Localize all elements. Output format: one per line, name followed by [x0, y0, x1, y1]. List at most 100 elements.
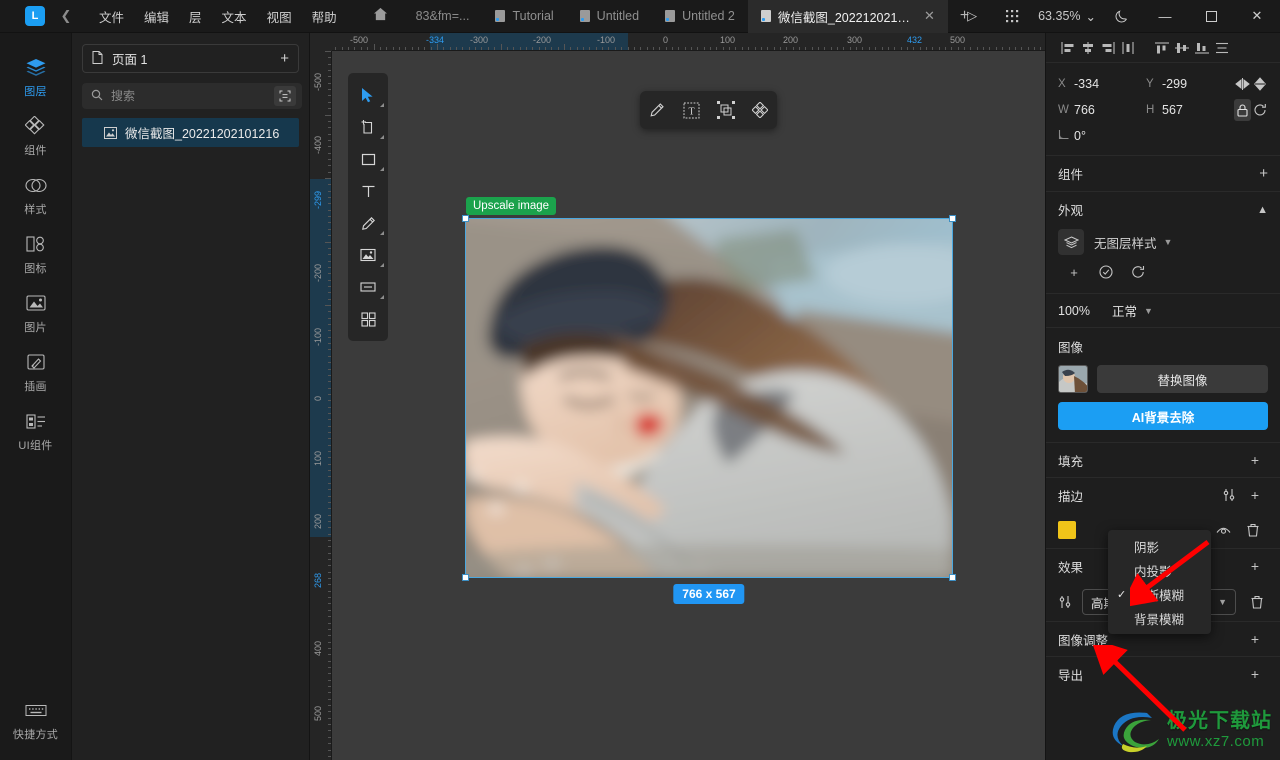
sidebar-item-images[interactable]: 图片: [0, 283, 72, 342]
text-icon[interactable]: [348, 175, 388, 207]
resize-handle-bottom-left[interactable]: [462, 574, 469, 581]
menu-item-text[interactable]: 文本: [212, 3, 257, 30]
check-circle-icon[interactable]: [1090, 261, 1122, 283]
eye-icon[interactable]: [1208, 525, 1238, 536]
align-bottom-icon[interactable]: [1192, 33, 1212, 63]
window-close-button[interactable]: ✕: [1234, 0, 1280, 33]
h-value[interactable]: 567: [1162, 103, 1234, 117]
component-icon[interactable]: [746, 96, 774, 124]
search-input[interactable]: [111, 89, 266, 103]
slice-icon[interactable]: [348, 271, 388, 303]
close-icon[interactable]: ✕: [924, 8, 935, 24]
sliders-icon[interactable]: [1056, 595, 1074, 609]
dropdown-option-background-blur[interactable]: 背景模糊: [1108, 606, 1211, 630]
w-value[interactable]: 766: [1074, 103, 1146, 117]
plus-icon[interactable]: +: [1242, 558, 1268, 574]
menu-item-help[interactable]: 帮助: [302, 3, 347, 30]
distribute-h-icon[interactable]: [1118, 33, 1138, 63]
page-selector[interactable]: 页面 1 +: [82, 44, 299, 73]
align-top-icon[interactable]: [1152, 33, 1172, 63]
resize-handle-top-left[interactable]: [462, 215, 469, 222]
refresh-icon[interactable]: [1122, 261, 1154, 283]
trash-icon[interactable]: [1244, 595, 1270, 609]
image-select-icon[interactable]: [712, 96, 740, 124]
angle-value[interactable]: 0°: [1074, 129, 1146, 143]
pencil-icon[interactable]: [348, 207, 388, 239]
plus-icon[interactable]: +: [1242, 666, 1268, 682]
lock-icon[interactable]: [1234, 99, 1251, 121]
resize-handle-bottom-right[interactable]: [949, 574, 956, 581]
selection-filter-icon[interactable]: [274, 86, 296, 106]
flip-horizontal-icon[interactable]: [1234, 73, 1251, 95]
stroke-color-swatch[interactable]: [1058, 521, 1076, 539]
sidebar-item-illustration[interactable]: 插画: [0, 342, 72, 401]
list-item[interactable]: 微信截图_20221202101216: [82, 118, 299, 147]
opacity-value[interactable]: 100%: [1058, 304, 1090, 318]
tab-tutorial[interactable]: Tutorial: [482, 0, 566, 33]
image-icon[interactable]: [348, 239, 388, 271]
layer-style-selector[interactable]: 无图层样式 ▼: [1094, 233, 1172, 252]
pencil-icon[interactable]: [643, 96, 671, 124]
dropdown-option-gaussian-blur[interactable]: ✓ 高斯模糊: [1108, 582, 1211, 606]
blend-mode-selector[interactable]: 正常 ▼: [1112, 301, 1153, 320]
distribute-v-icon[interactable]: [1212, 33, 1232, 63]
sidebar-item-shortcuts[interactable]: 快捷方式: [0, 690, 72, 760]
frame-icon[interactable]: [348, 111, 388, 143]
minimize-button[interactable]: —: [1142, 0, 1188, 33]
search-box[interactable]: [82, 83, 302, 109]
plus-icon[interactable]: +: [1242, 452, 1268, 468]
y-value[interactable]: -299: [1162, 77, 1234, 91]
tab-untitled-2[interactable]: Untitled 2: [652, 0, 748, 33]
tab-active-screenshot[interactable]: 微信截图_20221202101216 ✕: [747, 0, 948, 33]
align-center-h-icon[interactable]: [1078, 33, 1098, 63]
status-badge[interactable]: Upscale image: [466, 197, 557, 215]
home-icon[interactable]: [373, 7, 388, 25]
plus-icon[interactable]: +: [1259, 165, 1268, 182]
sidebar-item-styles[interactable]: 样式: [0, 165, 72, 224]
sidebar-item-components[interactable]: 组件: [0, 106, 72, 165]
chevron-up-icon[interactable]: ▲: [1257, 204, 1268, 216]
text-box-icon[interactable]: T: [677, 96, 705, 124]
chevron-left-icon[interactable]: ❮: [59, 8, 73, 24]
align-right-icon[interactable]: [1098, 33, 1118, 63]
reset-rotation-icon[interactable]: [1251, 99, 1268, 121]
tab-0[interactable]: 83&fm=...: [404, 0, 483, 33]
menu-item-edit[interactable]: 编辑: [134, 3, 179, 30]
sliders-icon[interactable]: [1216, 488, 1242, 502]
vertical-ruler[interactable]: -500 -400 -299 -200 -100 0 100 200 268 4…: [310, 51, 332, 760]
menu-item-file[interactable]: 文件: [89, 3, 134, 30]
grid-icon[interactable]: [348, 303, 388, 335]
tab-untitled[interactable]: Untitled: [567, 0, 652, 33]
selected-image-object[interactable]: Upscale image 766 x 567: [462, 197, 956, 604]
menu-item-view[interactable]: 视图: [257, 3, 302, 30]
play-icon[interactable]: ▷: [952, 0, 992, 33]
flip-vertical-icon[interactable]: [1251, 73, 1268, 95]
horizontal-ruler[interactable]: -500 -334 -300 -200 -100 0 100 200 300 4…: [310, 33, 1045, 51]
trash-icon[interactable]: [1238, 523, 1268, 537]
layer-style-row[interactable]: 无图层样式 ▼: [1046, 227, 1280, 255]
sidebar-item-ui-components[interactable]: UI组件: [0, 401, 72, 460]
x-value[interactable]: -334: [1074, 77, 1146, 91]
plus-icon[interactable]: +: [1242, 631, 1268, 647]
zoom-level-control[interactable]: 63.35% ⌄: [1032, 9, 1102, 24]
ai-remove-background-button[interactable]: AI背景去除: [1058, 402, 1268, 430]
sidebar-item-layers[interactable]: 图层: [0, 47, 72, 106]
grid-apps-icon[interactable]: [992, 0, 1032, 33]
sidebar-item-icons[interactable]: 图标: [0, 224, 72, 283]
dropdown-option-shadow[interactable]: 阴影: [1108, 534, 1211, 558]
cursor-arrow-icon[interactable]: [348, 79, 388, 111]
align-left-icon[interactable]: [1058, 33, 1078, 63]
replace-image-button[interactable]: 替换图像: [1097, 365, 1268, 393]
align-middle-v-icon[interactable]: [1172, 33, 1192, 63]
image-thumbnail[interactable]: [1058, 365, 1088, 393]
plus-icon[interactable]: +: [1242, 487, 1268, 503]
menu-item-layer[interactable]: 层: [179, 3, 212, 30]
plus-icon[interactable]: +: [1058, 261, 1090, 283]
dropdown-option-inner-shadow[interactable]: 内投影: [1108, 558, 1211, 582]
canvas-viewport[interactable]: T Upscale image 766 x 567: [332, 51, 1045, 760]
resize-handle-top-right[interactable]: [949, 215, 956, 222]
moon-icon[interactable]: [1102, 0, 1142, 33]
maximize-button[interactable]: [1188, 0, 1234, 33]
plus-icon[interactable]: +: [280, 50, 289, 67]
rectangle-icon[interactable]: [348, 143, 388, 175]
